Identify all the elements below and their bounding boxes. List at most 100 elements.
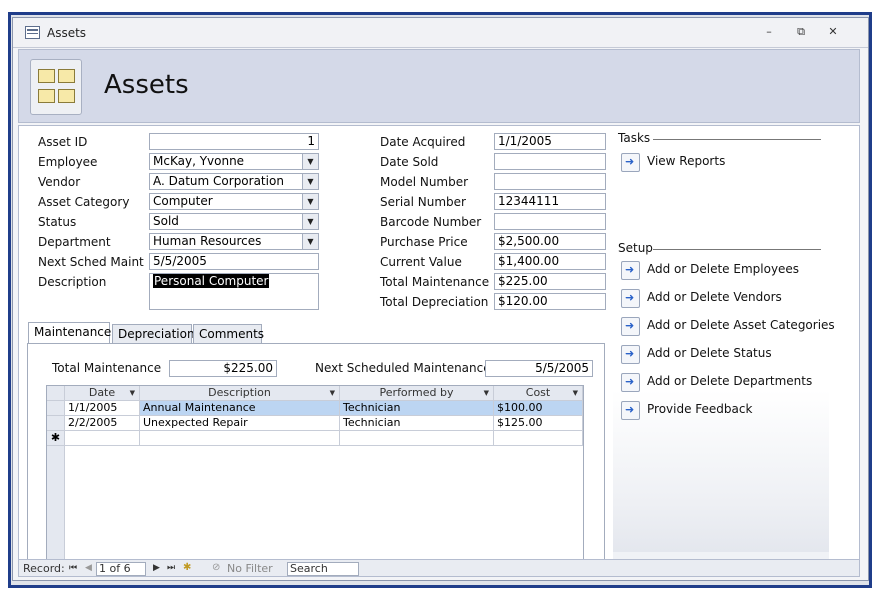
provide-feedback-link[interactable]: Provide Feedback <box>647 402 752 416</box>
purchase-price-field[interactable]: $2,500.00 <box>494 233 606 250</box>
cell-performed-by[interactable]: Technician <box>340 401 494 416</box>
date-sold-field[interactable] <box>494 153 606 170</box>
model-number-label: Model Number <box>380 175 469 189</box>
description-field[interactable]: Personal Computer <box>149 273 319 310</box>
new-record-icon[interactable]: ✱ <box>47 431 65 446</box>
task-pane: Tasks View Reports Setup Add or Delete E… <box>613 128 835 572</box>
next-scheduled-maintenance-label: Next Scheduled Maintenance <box>315 361 491 375</box>
row-selector[interactable] <box>47 416 65 431</box>
row-selector-header[interactable] <box>47 386 65 401</box>
search-input[interactable]: Search <box>287 562 359 576</box>
next-sched-maint-field[interactable]: 5/5/2005 <box>149 253 319 270</box>
column-header-date[interactable]: Date ▼ <box>65 386 140 401</box>
view-reports-button[interactable] <box>621 153 640 172</box>
cell-date[interactable]: 2/2/2005 <box>65 416 140 431</box>
add-delete-departments-button[interactable] <box>621 373 640 392</box>
add-delete-employees-button[interactable] <box>621 261 640 280</box>
datasheet-header-row: Date ▼ Description ▼ Performed by ▼ Cost ▼ <box>47 386 583 401</box>
close-icon[interactable]: ✕ <box>825 25 841 39</box>
form-icon <box>25 26 40 39</box>
next-scheduled-maintenance-field[interactable]: 5/5/2005 <box>485 360 593 377</box>
add-delete-departments-link[interactable]: Add or Delete Departments <box>647 374 812 388</box>
next-sched-maint-label: Next Sched Maint <box>38 255 144 269</box>
tab-depreciation[interactable]: Depreciation <box>112 324 195 344</box>
chevron-down-icon[interactable]: ▼ <box>573 386 578 400</box>
cell-description[interactable] <box>140 431 340 446</box>
no-filter-icon[interactable]: ⊘ <box>212 562 220 573</box>
table-row[interactable]: 1/1/2005 Annual Maintenance Technician $… <box>47 401 583 416</box>
barcode-number-field[interactable] <box>494 213 606 230</box>
form-header: Assets <box>18 49 860 123</box>
add-delete-employees-link[interactable]: Add or Delete Employees <box>647 262 799 276</box>
date-acquired-field[interactable]: 1/1/2005 <box>494 133 606 150</box>
maint-total-field[interactable]: $225.00 <box>169 360 277 377</box>
asset-category-value: Computer <box>153 194 213 208</box>
asset-id-label: Asset ID <box>38 135 88 149</box>
column-header-performed-by[interactable]: Performed by ▼ <box>340 386 494 401</box>
status-label: Status <box>38 215 77 229</box>
cell-description[interactable]: Unexpected Repair <box>140 416 340 431</box>
cell-description[interactable]: Annual Maintenance <box>140 401 340 416</box>
previous-record-icon[interactable]: ◀ <box>85 563 92 573</box>
no-filter-button[interactable]: No Filter <box>227 562 273 575</box>
department-combo[interactable]: Human Resources ▼ <box>149 233 319 250</box>
total-maintenance-label: Total Maintenance <box>380 275 490 289</box>
total-depreciation-field[interactable]: $120.00 <box>494 293 606 310</box>
vendor-label: Vendor <box>38 175 81 189</box>
add-delete-vendors-link[interactable]: Add or Delete Vendors <box>647 290 782 304</box>
tab-comments[interactable]: Comments <box>193 324 264 344</box>
current-value-field[interactable]: $1,400.00 <box>494 253 606 270</box>
model-number-field[interactable] <box>494 173 606 190</box>
new-record-nav-icon[interactable]: ✱ <box>183 562 191 573</box>
chevron-down-icon[interactable]: ▼ <box>302 174 318 189</box>
tab-maintenance[interactable]: Maintenance <box>28 322 111 344</box>
table-row[interactable]: 2/2/2005 Unexpected Repair Technician $1… <box>47 416 583 431</box>
chevron-down-icon[interactable]: ▼ <box>302 214 318 229</box>
first-record-icon[interactable]: ⏮ <box>69 563 77 573</box>
restore-icon[interactable]: ⧉ <box>793 25 809 39</box>
setup-divider <box>653 249 821 250</box>
maintenance-datasheet: Date ▼ Description ▼ Performed by ▼ Cost ▼ 1… <box>46 385 584 563</box>
provide-feedback-button[interactable] <box>621 401 640 420</box>
employee-label: Employee <box>38 155 98 169</box>
column-header-description[interactable]: Description ▼ <box>140 386 340 401</box>
assets-logo-icon <box>30 59 82 115</box>
cell-date[interactable] <box>65 431 140 446</box>
chevron-down-icon[interactable]: ▼ <box>302 194 318 209</box>
total-maintenance-field[interactable]: $225.00 <box>494 273 606 290</box>
add-delete-asset-categories-button[interactable] <box>621 317 640 336</box>
window-title: Assets <box>47 26 87 40</box>
asset-category-combo[interactable]: Computer ▼ <box>149 193 319 210</box>
add-delete-status-link[interactable]: Add or Delete Status <box>647 346 772 360</box>
new-record-row[interactable]: ✱ <box>47 431 583 446</box>
view-reports-link[interactable]: View Reports <box>647 154 725 168</box>
next-record-icon[interactable]: ▶ <box>153 563 160 573</box>
current-record-field[interactable]: 1 of 6 <box>96 562 146 576</box>
add-delete-asset-categories-link[interactable]: Add or Delete Asset Categories <box>647 318 835 332</box>
chevron-down-icon[interactable]: ▼ <box>484 386 489 400</box>
row-selector[interactable] <box>47 401 65 416</box>
last-record-icon[interactable]: ⏭ <box>167 563 175 573</box>
current-value-label: Current Value <box>380 255 462 269</box>
chevron-down-icon[interactable]: ▼ <box>130 386 135 400</box>
cell-cost[interactable]: $125.00 <box>494 416 583 431</box>
form-detail: Asset ID 1 Employee McKay, Yvonne ▼ Vend… <box>18 125 860 574</box>
cell-performed-by[interactable] <box>340 431 494 446</box>
cell-cost[interactable] <box>494 431 583 446</box>
minimize-icon[interactable]: – <box>761 25 777 39</box>
cell-performed-by[interactable]: Technician <box>340 416 494 431</box>
vendor-combo[interactable]: A. Datum Corporation ▼ <box>149 173 319 190</box>
add-delete-status-button[interactable] <box>621 345 640 364</box>
record-navigation-bar: Record: ⏮ ◀ 1 of 6 ▶ ⏭ ✱ ⊘ No Filter Sea… <box>18 559 860 577</box>
chevron-down-icon[interactable]: ▼ <box>330 386 335 400</box>
add-delete-vendors-button[interactable] <box>621 289 640 308</box>
cell-cost[interactable]: $100.00 <box>494 401 583 416</box>
status-combo[interactable]: Sold ▼ <box>149 213 319 230</box>
employee-combo[interactable]: McKay, Yvonne ▼ <box>149 153 319 170</box>
chevron-down-icon[interactable]: ▼ <box>302 234 318 249</box>
cell-date[interactable]: 1/1/2005 <box>65 401 140 416</box>
serial-number-field[interactable]: 12344111 <box>494 193 606 210</box>
chevron-down-icon[interactable]: ▼ <box>302 154 318 169</box>
column-header-cost[interactable]: Cost ▼ <box>494 386 583 401</box>
asset-id-field[interactable]: 1 <box>149 133 319 150</box>
